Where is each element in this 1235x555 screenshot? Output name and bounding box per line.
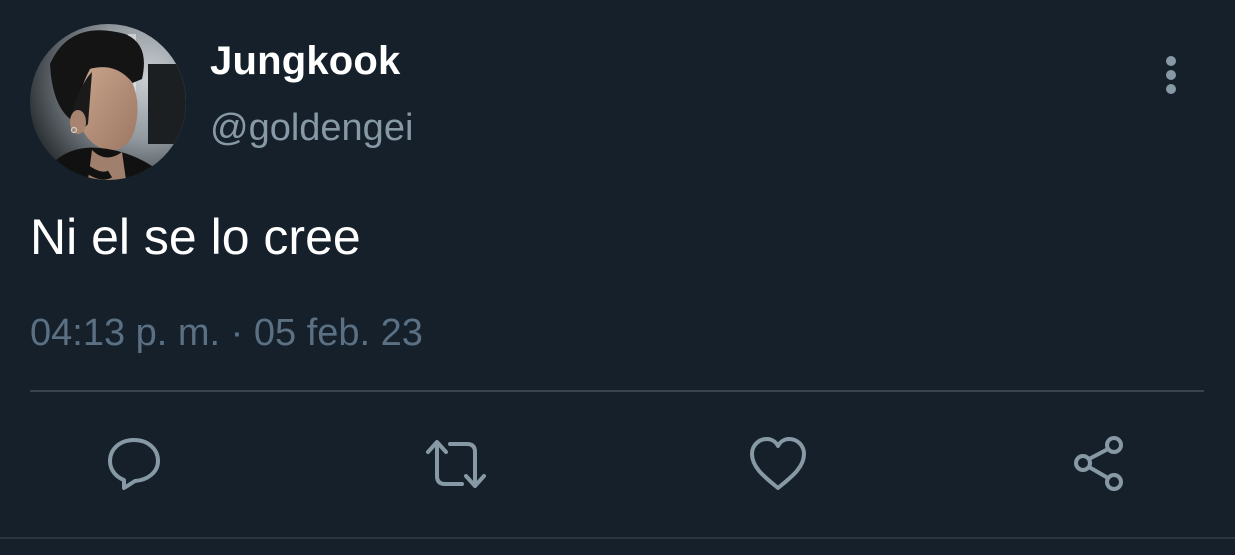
reply-icon: [108, 438, 160, 490]
reply-button[interactable]: [102, 432, 166, 496]
tweet-card: Jungkook @goldengei Ni el se lo cree 04:…: [0, 0, 1235, 555]
share-icon: [1074, 436, 1123, 491]
avatar[interactable]: [30, 24, 186, 180]
tweet-text: Ni el se lo cree: [30, 209, 361, 265]
share-button[interactable]: [1068, 432, 1132, 496]
retweet-icon: [426, 440, 486, 488]
user-handle[interactable]: @goldengei: [210, 106, 413, 150]
more-vertical-icon[interactable]: [1150, 50, 1192, 100]
heart-icon: [750, 437, 806, 490]
like-button[interactable]: [746, 432, 810, 496]
avatar-image: [30, 24, 186, 180]
tweet-timestamp[interactable]: 04:13 p. m. · 05 feb. 23: [30, 310, 423, 356]
retweet-button[interactable]: [424, 432, 488, 496]
bottom-divider: [0, 537, 1235, 539]
divider: [30, 390, 1204, 392]
display-name[interactable]: Jungkook: [210, 38, 401, 84]
